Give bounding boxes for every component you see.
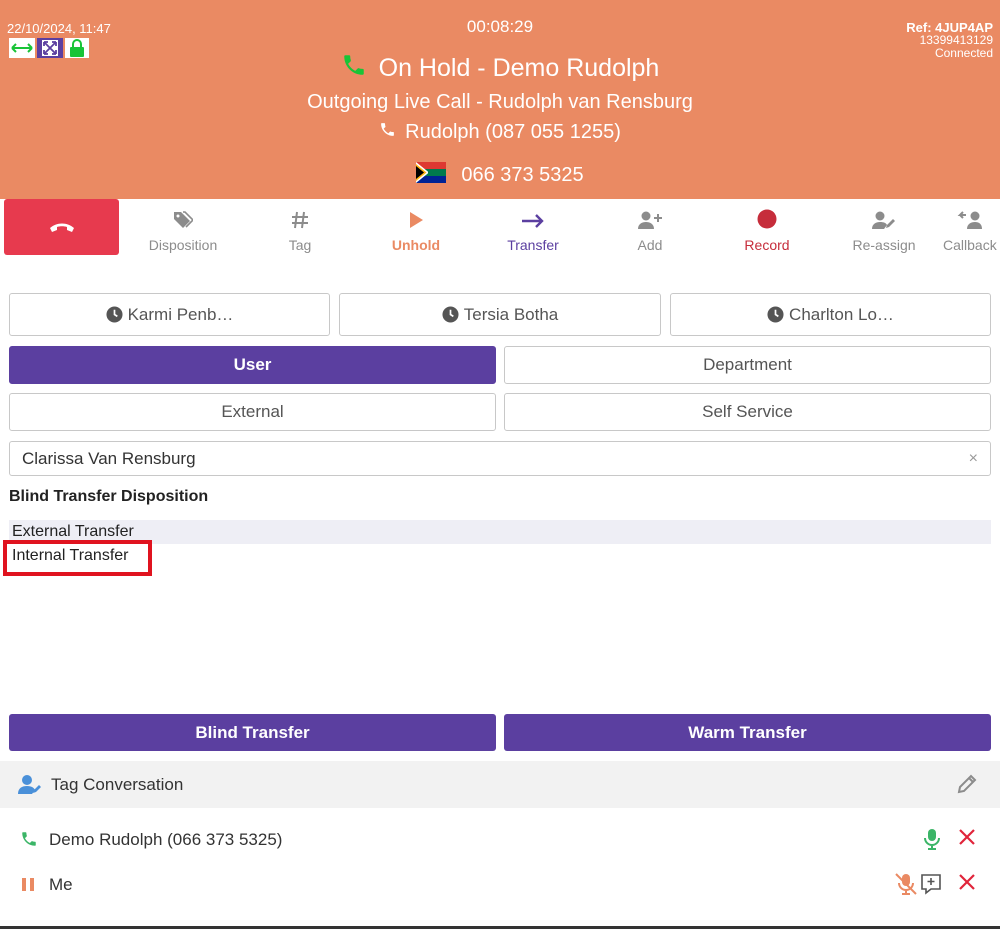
- user-plus-icon: [595, 199, 705, 233]
- disposition-option-external[interactable]: External Transfer: [9, 520, 991, 544]
- south-africa-flag-icon: [416, 162, 447, 189]
- call-subtitle: Outgoing Live Call - Rudolph van Rensbur…: [307, 91, 693, 113]
- participant-name: Me: [49, 875, 73, 894]
- call-toolbar: Disposition Tag Unhold Transfer Add Reco…: [0, 199, 1000, 259]
- hangup-button[interactable]: [4, 199, 119, 255]
- unhold-button[interactable]: Unhold: [361, 199, 471, 259]
- tab-user[interactable]: User: [9, 346, 496, 384]
- disposition-label: Disposition: [148, 237, 218, 253]
- call-timer: 00:08:29: [466, 17, 534, 36]
- participant-row: Demo Rudolph (066 373 5325): [0, 820, 1000, 860]
- pencil-icon[interactable]: [956, 773, 978, 800]
- blind-transfer-button[interactable]: Blind Transfer: [9, 714, 496, 751]
- clock-icon: [767, 306, 784, 323]
- caller-text: Rudolph (087 055 1255): [405, 121, 621, 143]
- record-icon: [712, 199, 822, 233]
- hash-icon: [245, 199, 355, 233]
- tag-conversation-label: Tag Conversation: [51, 775, 184, 794]
- microphone-muted-icon[interactable]: [894, 873, 918, 900]
- dialpad-chat-icon[interactable]: [920, 873, 942, 900]
- pause-icon: [20, 875, 36, 898]
- callback-button[interactable]: Callback: [915, 199, 1000, 259]
- caller-info: Rudolph (087 055 1255): [0, 121, 1000, 144]
- remove-participant-icon[interactable]: [958, 828, 976, 851]
- arrow-right-icon: [478, 199, 588, 233]
- transfer-label: Transfer: [507, 237, 559, 253]
- tag-button[interactable]: Tag: [245, 199, 355, 259]
- warm-transfer-button[interactable]: Warm Transfer: [504, 714, 991, 751]
- remove-participant-icon[interactable]: [958, 873, 976, 896]
- clock-icon: [442, 306, 459, 323]
- transfer-button[interactable]: Transfer: [478, 199, 588, 259]
- call-reference: Ref: 4JUP4AP 13399413129 Connected: [906, 21, 993, 60]
- hangup-icon: [49, 223, 74, 232]
- callback-label: Callback: [943, 237, 997, 253]
- users-tag-icon: [18, 774, 42, 799]
- tab-department[interactable]: Department: [504, 346, 991, 384]
- tab-external[interactable]: External: [9, 393, 496, 431]
- clock-icon: [106, 306, 123, 323]
- disposition-title: Blind Transfer Disposition: [9, 488, 209, 505]
- recent-contact-name: Charlton Lo…: [789, 304, 894, 324]
- record-label: Record: [744, 237, 790, 253]
- microphone-icon[interactable]: [922, 828, 942, 855]
- tag-label: Tag: [288, 237, 312, 253]
- play-icon: [361, 199, 471, 233]
- phone-icon: [20, 830, 38, 853]
- selection-highlight-box: [3, 540, 152, 576]
- dialed-number-text: 066 373 5325: [461, 164, 584, 186]
- record-button[interactable]: Record: [712, 199, 822, 259]
- callback-icon: [915, 199, 1000, 233]
- tags-icon: [128, 199, 238, 233]
- call-header: 22/10/2024, 11:47 00:08:29 On Hold - Dem…: [0, 0, 1000, 199]
- recent-contact-1[interactable]: Karmi Penb…: [9, 293, 330, 336]
- recent-contact-name: Karmi Penb…: [127, 304, 234, 324]
- connection-status: Connected: [934, 46, 993, 60]
- participant-row: Me: [0, 865, 1000, 905]
- phone-icon: [379, 121, 396, 144]
- participant-name: Demo Rudolph (066 373 5325): [49, 830, 283, 849]
- dialed-number: 066 373 5325: [0, 162, 1000, 189]
- clear-icon[interactable]: ×: [969, 450, 978, 468]
- tag-conversation-bar[interactable]: Tag Conversation: [0, 761, 1000, 808]
- call-status-text: On Hold - Demo Rudolph: [378, 54, 660, 82]
- phone-icon: [341, 52, 367, 85]
- recent-contact-name: Tersia Botha: [463, 304, 559, 324]
- unhold-label: Unhold: [391, 237, 441, 253]
- disposition-button[interactable]: Disposition: [128, 199, 238, 259]
- add-button[interactable]: Add: [595, 199, 705, 259]
- add-label: Add: [637, 237, 663, 253]
- tab-self-service[interactable]: Self Service: [504, 393, 991, 431]
- user-search-input[interactable]: Clarissa Van Rensburg ×: [9, 441, 991, 476]
- call-status: On Hold - Demo Rudolph: [0, 52, 1000, 85]
- user-search-value: Clarissa Van Rensburg: [22, 448, 196, 468]
- recent-contact-2[interactable]: Tersia Botha: [339, 293, 661, 336]
- disposition-option-internal[interactable]: Internal Transfer: [9, 544, 991, 568]
- recent-contact-3[interactable]: Charlton Lo…: [670, 293, 991, 336]
